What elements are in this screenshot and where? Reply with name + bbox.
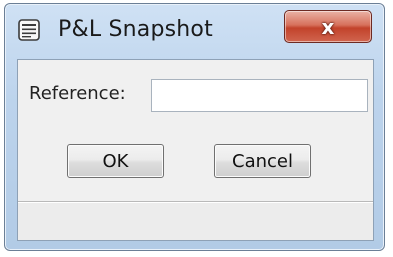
title-bar[interactable]: P&L Snapshot x: [5, 4, 384, 56]
close-icon: x: [321, 14, 335, 39]
status-bar: [18, 201, 373, 240]
dialog-body: Reference: OK Cancel: [17, 59, 374, 241]
reference-input[interactable]: [151, 79, 368, 112]
close-button[interactable]: x: [284, 10, 372, 43]
reference-label: Reference:: [29, 83, 126, 104]
ok-button[interactable]: OK: [67, 144, 164, 178]
document-icon: [17, 18, 41, 42]
window-title: P&L Snapshot: [58, 17, 213, 42]
dialog-window: P&L Snapshot x Reference: OK Cancel: [4, 3, 385, 251]
cancel-button[interactable]: Cancel: [214, 144, 311, 178]
